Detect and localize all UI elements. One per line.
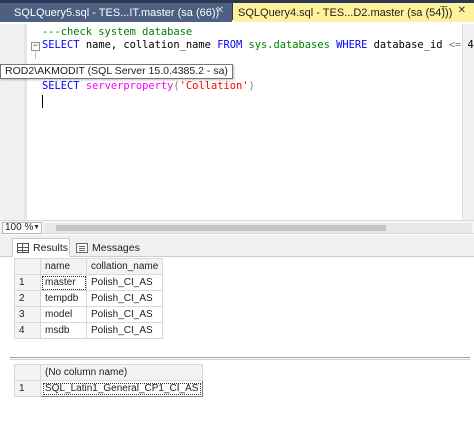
table-row[interactable]: 3 model Polish_CI_AS <box>14 306 164 323</box>
zoom-bar: 100 % ▼ <box>0 220 474 234</box>
editor-vertical-scrollbar[interactable] <box>462 24 474 220</box>
keyword: SELECT <box>42 39 80 51</box>
tab-messages-label: Messages <box>92 241 140 254</box>
string-literal: 'Collation' <box>179 80 249 92</box>
grid-splitter[interactable] <box>10 357 470 358</box>
results-tab-strip: Results Messages <box>0 235 474 257</box>
operator: <= <box>448 39 462 51</box>
chevron-down-icon: ▼ <box>33 224 40 231</box>
row-number-header[interactable] <box>14 364 41 381</box>
grid-splitter-shadow <box>10 359 470 360</box>
code-line-serverproperty: SELECT serverproperty('Collation') <box>42 80 255 93</box>
identifier: name, collation_name <box>85 39 211 51</box>
row-number[interactable]: 1 <box>14 380 41 397</box>
table-row[interactable]: 4 msdb Polish_CI_AS <box>14 322 164 339</box>
identifier: database_id <box>373 39 443 51</box>
row-number[interactable]: 3 <box>14 306 41 323</box>
horizontal-scrollbar[interactable] <box>44 223 472 233</box>
messages-icon <box>76 242 88 253</box>
table-row[interactable]: 1 master Polish_CI_AS <box>14 274 164 291</box>
cell-name[interactable]: tempdb <box>40 290 87 307</box>
cell-name[interactable]: msdb <box>40 322 87 339</box>
paren: ) <box>248 80 255 92</box>
identifier: sys.databases <box>248 39 330 51</box>
tab-results[interactable]: Results <box>12 238 70 257</box>
tab-messages[interactable]: Messages <box>72 238 140 257</box>
number-literal: 4 <box>467 39 474 51</box>
query-editor[interactable]: ---check system database − SELECT name, … <box>0 24 474 220</box>
zoom-dropdown[interactable]: 100 % ▼ <box>2 222 42 234</box>
tab-sqlquery5[interactable]: SQLQuery5.sql - TES...IT.master (sa (66)… <box>0 3 232 22</box>
collapse-toggle-icon[interactable]: − <box>31 42 40 51</box>
grid-header-row: (No column name) <box>14 364 204 381</box>
grid-icon <box>17 242 29 253</box>
editor-gutter <box>0 24 24 220</box>
connection-tooltip: ROD2\AKMODIT (SQL Server 15.0.4385.2 - s… <box>0 64 233 79</box>
column-header-name[interactable]: name <box>40 258 87 275</box>
code-line-select-databases: SELECT name, collation_name FROM sys.dat… <box>42 39 474 52</box>
grid-header-row: name collation_name <box>14 258 164 275</box>
tab-sqlquery4[interactable]: SQLQuery4.sql - TES...D2.master (sa (54)… <box>233 3 474 22</box>
row-number-header[interactable] <box>14 258 41 275</box>
document-tab-strip: SQLQuery5.sql - TES...IT.master (sa (66)… <box>0 0 474 22</box>
close-icon[interactable]: ✕ <box>216 5 224 16</box>
pin-icon[interactable]: ⊤ <box>439 5 448 16</box>
results-grid-databases: name collation_name 1 master Polish_CI_A… <box>14 258 164 339</box>
column-header-collation-name[interactable]: collation_name <box>85 258 164 275</box>
row-number[interactable]: 4 <box>14 322 41 339</box>
keyword: FROM <box>217 39 243 51</box>
collapse-guide-line <box>35 51 36 59</box>
cell-collation-value[interactable]: SQL_Latin1_General_CP1_CI_AS <box>39 380 204 397</box>
cell-collation[interactable]: Polish_CI_AS <box>85 306 164 323</box>
close-icon[interactable]: ✕ <box>458 5 466 16</box>
function-name: serverproperty <box>85 80 174 92</box>
results-grid-collation: (No column name) 1 SQL_Latin1_General_CP… <box>14 364 204 397</box>
cell-name[interactable]: master <box>40 274 87 291</box>
results-pane: name collation_name 1 master Polish_CI_A… <box>0 258 474 425</box>
scrollbar-thumb[interactable] <box>56 225 386 231</box>
table-row[interactable]: 1 SQL_Latin1_General_CP1_CI_AS <box>14 380 204 397</box>
cell-name[interactable]: model <box>40 306 87 323</box>
keyword: WHERE <box>336 39 368 51</box>
tab-label: SQLQuery4.sql - TES...D2.master (sa (54)… <box>238 6 453 19</box>
cell-collation[interactable]: Polish_CI_AS <box>85 322 164 339</box>
tab-results-label: Results <box>33 241 69 254</box>
row-number[interactable]: 2 <box>14 290 41 307</box>
tab-label: SQLQuery5.sql - TES...IT.master (sa (66)… <box>14 6 220 19</box>
row-number[interactable]: 1 <box>14 274 41 291</box>
keyword: SELECT <box>42 80 80 92</box>
cell-collation[interactable]: Polish_CI_AS <box>85 290 164 307</box>
table-row[interactable]: 2 tempdb Polish_CI_AS <box>14 290 164 307</box>
editor-change-margin <box>24 24 27 220</box>
column-header-no-column-name[interactable]: (No column name) <box>39 364 204 381</box>
text-cursor <box>42 95 43 108</box>
zoom-value: 100 % <box>5 222 34 233</box>
code-comment: ---check system database <box>42 26 193 38</box>
cell-collation[interactable]: Polish_CI_AS <box>85 274 164 291</box>
